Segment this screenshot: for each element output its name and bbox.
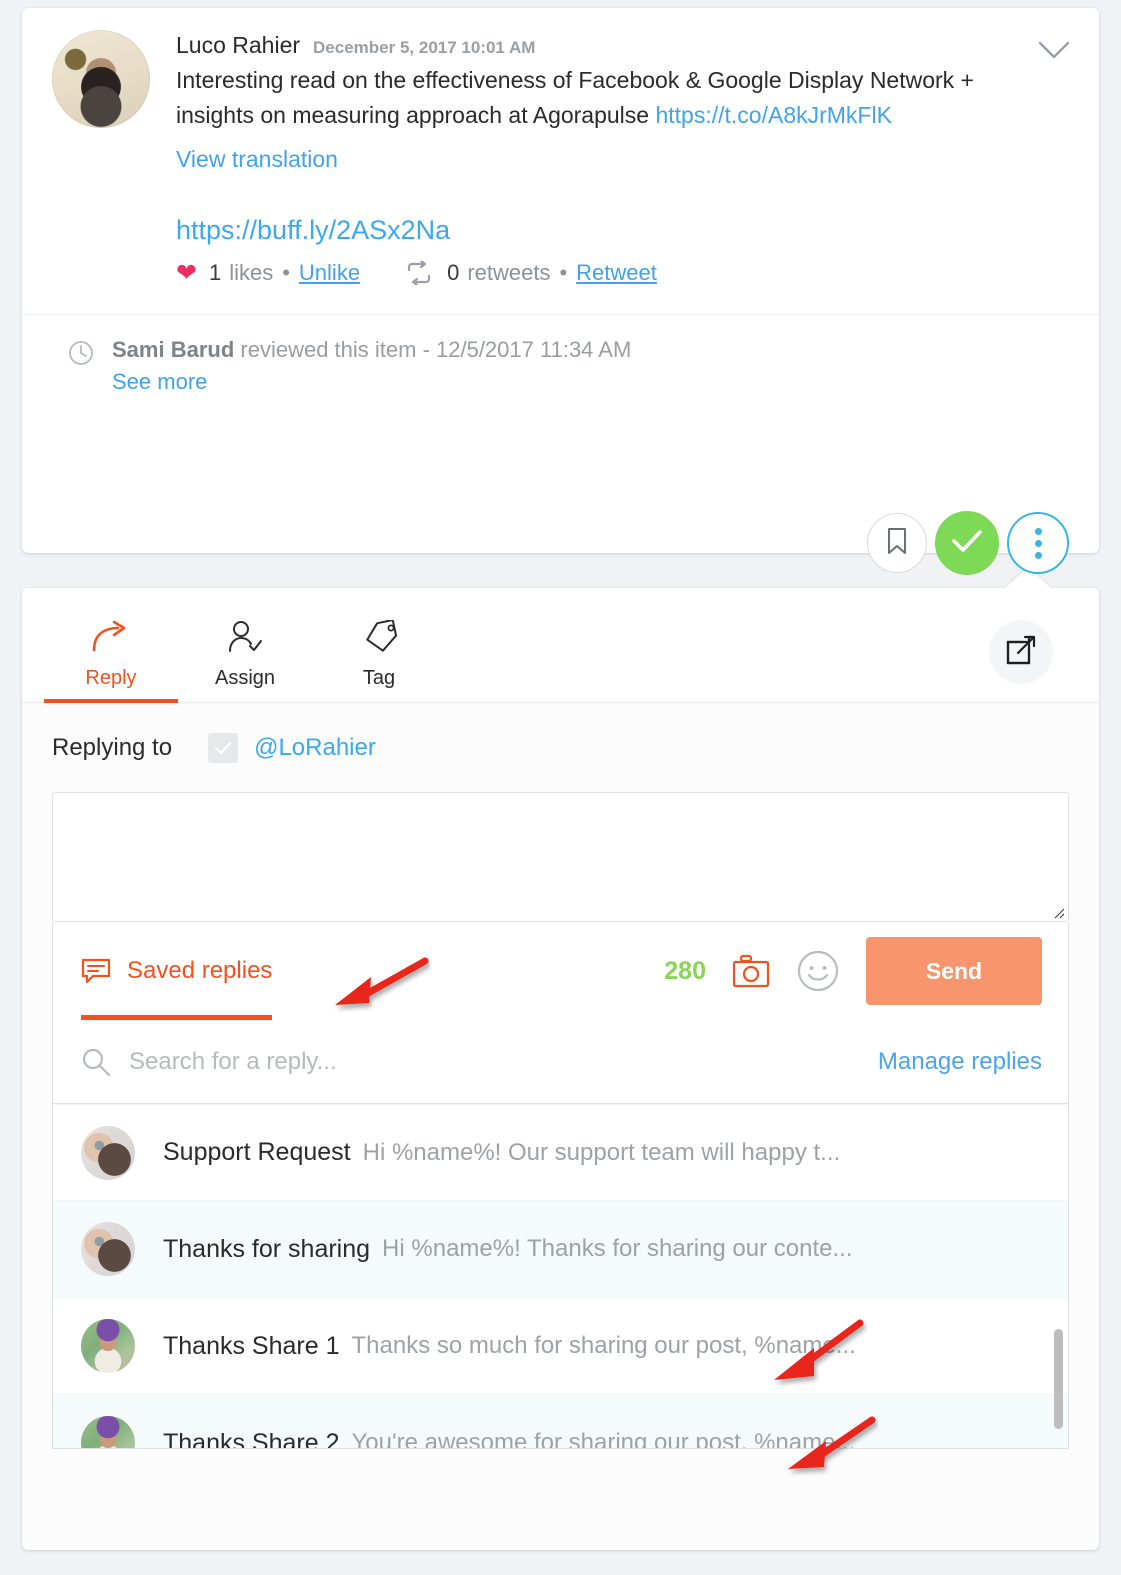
engagement-stats: ❤ 1 likes • Unlike 0 retweets • Retweet [22,246,1099,286]
panel-tabbar: Reply Assign Tag [22,588,1099,703]
toolbar-right-group: 280 Send [664,937,1042,1005]
shared-link[interactable]: https://buff.ly/2ASx2Na [176,215,450,245]
tab-reply[interactable]: Reply [44,589,178,703]
saved-replies-search-row: Manage replies [52,1020,1069,1104]
list-scrollbar[interactable] [1053,1104,1064,1448]
retweet-link[interactable]: Retweet [576,260,657,286]
reply-arrow-icon [90,615,132,659]
bookmark-button[interactable] [867,513,927,573]
tab-assign[interactable]: Assign [178,589,312,702]
recipient-handle[interactable]: @LoRahier [254,734,376,762]
search-input[interactable] [127,1046,878,1077]
reply-panel-card: Reply Assign Tag Replying to @LoRahier S… [22,567,1099,1550]
likes-group: ❤ 1 likes • Unlike [176,260,360,286]
see-more-link[interactable]: See more [112,369,631,395]
person-check-icon [224,615,266,659]
comment-icon [81,957,111,985]
list-item[interactable]: Support Request Hi %name%! Our support t… [53,1104,1068,1201]
list-item[interactable]: Thanks Share 1 Thanks so much for sharin… [53,1298,1068,1395]
retweet-icon [404,261,434,285]
tag-icon [358,615,400,659]
unlike-link[interactable]: Unlike [299,260,360,286]
tab-reply-label: Reply [85,667,137,689]
likes-separator: • [282,260,290,285]
approve-button[interactable] [935,511,999,575]
more-options-button[interactable] [1007,512,1069,574]
emoji-button[interactable] [796,949,840,993]
reply-avatar [81,1319,135,1373]
list-item[interactable]: Thanks Share 2 You're awesome for sharin… [53,1395,1068,1449]
review-text: reviewed this item - 12/5/2017 11:34 AM [240,337,632,362]
open-in-new-window-button[interactable] [989,620,1053,684]
saved-replies-label: Saved replies [127,957,273,984]
scrollbar-thumb[interactable] [1054,1329,1063,1429]
reply-preview: You're awesome for sharing our post, %na… [351,1429,856,1449]
send-button[interactable]: Send [866,937,1042,1005]
reply-avatar [81,1416,135,1448]
reply-preview: Hi %name%! Our support team will happy t… [362,1138,841,1166]
manage-replies-link[interactable]: Manage replies [878,1048,1042,1076]
reply-textarea[interactable] [53,793,1068,921]
camera-icon [732,954,770,988]
check-icon [951,528,983,559]
recipient-checkbox[interactable] [208,733,239,763]
post-body: Luco Rahier December 5, 2017 10:01 AM In… [22,8,1099,177]
saved-replies-list: Support Request Hi %name%! Our support t… [52,1104,1069,1449]
compose-box [52,792,1069,922]
tab-tag-label: Tag [362,667,396,689]
three-dots-icon [1034,527,1042,559]
author-name: Luco Rahier [176,32,301,58]
likes-label: likes [229,260,274,285]
reply-title: Support Request [163,1138,351,1166]
post-card: Luco Rahier December 5, 2017 10:01 AM In… [22,8,1099,575]
clock-icon [68,340,94,372]
compose-toolbar: Saved replies 280 Send [52,922,1069,1020]
post-text: Interesting read on the effectiveness of… [176,63,1036,177]
heart-icon: ❤ [176,258,197,287]
reply-title: Thanks Share 1 [163,1331,340,1360]
post-tco-link[interactable]: https://t.co/A8kJrMkFlK [655,102,891,128]
reply-preview: Thanks so much for sharing our post, %na… [351,1332,856,1359]
likes-count: 1 [208,260,222,285]
retweets-group: 0 retweets • Retweet [360,260,657,286]
retweets-separator: • [559,260,568,285]
character-counter: 280 [664,956,706,985]
author-avatar [52,30,150,128]
replying-to-row: Replying to @LoRahier [22,703,1099,763]
tab-assign-label: Assign [214,667,276,689]
reply-preview: Hi %name%! Thanks for sharing our conte.… [382,1235,853,1262]
reply-title: Thanks Share 2 [163,1428,340,1449]
view-translation-link[interactable]: View translation [176,142,338,177]
camera-button[interactable] [732,954,770,988]
post-action-buttons [867,511,1069,575]
reply-avatar [81,1222,135,1276]
collapse-chevron-icon[interactable] [1037,38,1071,64]
reply-title: Thanks for sharing [163,1234,371,1263]
retweets-count: 0 [447,260,460,285]
post-timestamp: December 5, 2017 10:01 AM [313,38,536,57]
replying-to-label: Replying to [52,734,173,761]
reviewer-name: Sami Barud [112,337,235,362]
bookmark-icon [885,527,909,560]
review-row: Sami Barud reviewed this item - 12/5/201… [22,315,1099,395]
open-in-new-window-icon [1005,634,1037,671]
search-icon [82,1048,111,1076]
retweets-label: retweets [467,260,551,285]
emoji-icon [797,950,839,992]
saved-replies-tab[interactable]: Saved replies [81,922,273,1020]
list-item[interactable]: Thanks for sharing Hi %name%! Thanks for… [53,1201,1068,1298]
tab-tag[interactable]: Tag [312,589,446,702]
reply-avatar [81,1125,135,1180]
shared-link-row: https://buff.ly/2ASx2Na [22,177,1099,246]
